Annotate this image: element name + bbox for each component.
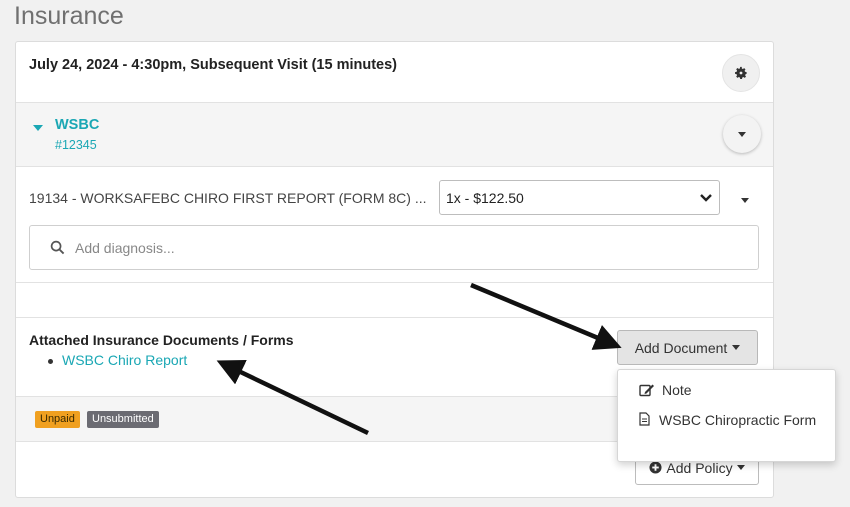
documents-title: Attached Insurance Documents / Forms — [29, 332, 294, 348]
plus-circle-icon — [649, 461, 662, 474]
policy-options-button[interactable] — [723, 115, 761, 153]
visit-header: July 24, 2024 - 4:30pm, Subsequent Visit… — [16, 42, 773, 103]
select-chevron-icon — [700, 194, 712, 202]
row-options-caret-icon[interactable] — [741, 198, 749, 203]
page-title: Insurance — [14, 2, 124, 30]
chevron-down-icon — [738, 131, 746, 137]
quantity-select-value: 1x - $122.50 — [446, 190, 524, 206]
document-icon — [639, 412, 650, 426]
visit-title: July 24, 2024 - 4:30pm, Subsequent Visit… — [29, 57, 398, 73]
policy-name[interactable]: WSBC — [55, 117, 99, 133]
settings-button[interactable] — [722, 54, 760, 92]
menu-item-wsbc-form[interactable]: WSBC Chiropractic Form — [639, 410, 819, 431]
documents-list: WSBC Chiro Report — [48, 352, 187, 368]
policy-number: #12345 — [55, 138, 97, 152]
menu-item-note-label: Note — [662, 382, 692, 398]
diagnosis-placeholder: Add diagnosis... — [75, 240, 175, 256]
document-link-wsbc-chiro-report[interactable]: WSBC Chiro Report — [62, 352, 187, 368]
unpaid-badge: Unpaid — [35, 411, 80, 428]
menu-item-wsbc-label: WSBC Chiropractic Form — [659, 412, 817, 428]
diagnosis-search-input[interactable]: Add diagnosis... — [29, 225, 759, 270]
caret-down-icon — [736, 465, 745, 470]
policy-header: WSBC #12345 — [16, 103, 773, 167]
search-icon — [50, 240, 65, 255]
collapse-toggle-icon[interactable] — [33, 125, 43, 131]
billing-code-row: 19134 - WORKSAFEBC CHIRO FIRST REPORT (F… — [16, 167, 773, 283]
add-document-label: Add Document — [634, 339, 728, 356]
list-bullet — [48, 359, 53, 364]
empty-row — [16, 283, 773, 318]
gear-icon — [735, 66, 747, 80]
unsubmitted-badge: Unsubmitted — [87, 411, 159, 428]
quantity-select[interactable]: 1x - $122.50 — [439, 180, 720, 215]
edit-icon — [639, 384, 654, 397]
caret-down-icon — [732, 345, 741, 350]
billing-code-label: 19134 - WORKSAFEBC CHIRO FIRST REPORT (F… — [29, 190, 427, 206]
add-document-menu: Note WSBC Chiropractic Form — [617, 369, 836, 462]
menu-item-note[interactable]: Note — [639, 382, 692, 398]
add-document-button[interactable]: Add Document — [617, 330, 758, 365]
